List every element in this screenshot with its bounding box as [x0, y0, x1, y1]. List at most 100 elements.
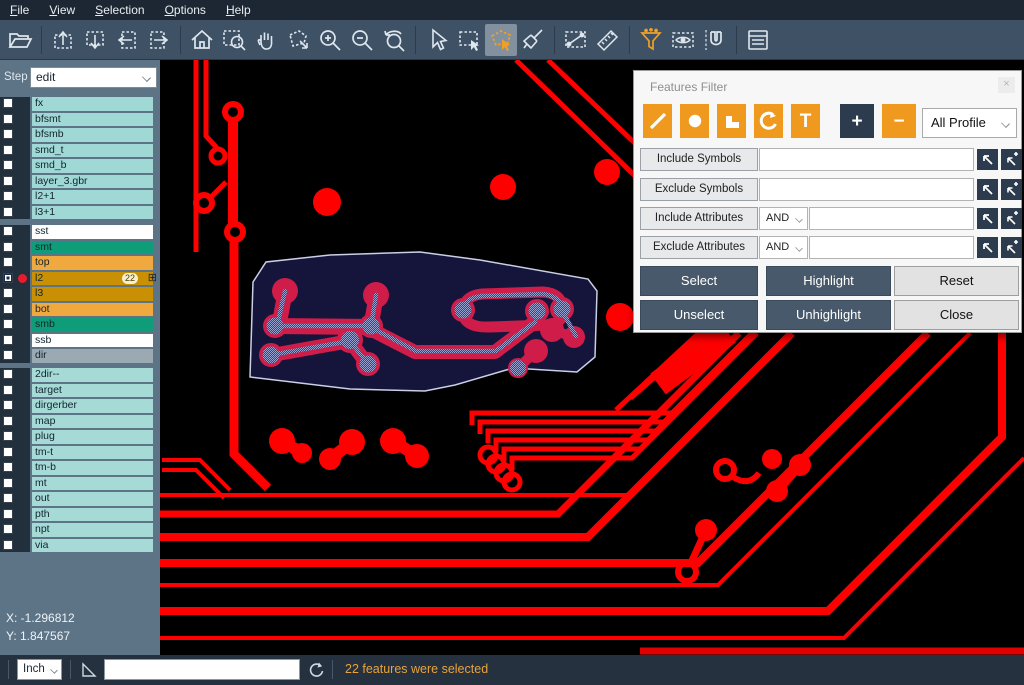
layer-checkbox[interactable] [3, 350, 13, 360]
layer-checkbox[interactable] [3, 114, 13, 124]
menu-file[interactable]: File [0, 0, 39, 20]
layer-checkbox[interactable] [3, 207, 13, 217]
unselect-button[interactable]: Unselect [640, 300, 758, 330]
layer-checkbox[interactable] [3, 288, 13, 298]
layer-name[interactable]: npt [32, 523, 153, 537]
select-button[interactable]: Select [640, 266, 758, 296]
and-or-dropdown[interactable]: AND [759, 236, 808, 259]
view-options-eye-icon[interactable] [667, 24, 699, 56]
layer-checkbox[interactable] [3, 385, 13, 395]
exclude-attributes-input[interactable] [809, 236, 974, 259]
menu-selection[interactable]: Selection [85, 0, 154, 20]
zoom-polygon-icon[interactable] [282, 24, 314, 56]
layer-name[interactable]: tm-b [32, 461, 153, 475]
pick-attribute-icon[interactable] [977, 237, 998, 258]
unhighlight-button[interactable]: Unhighlight [766, 300, 891, 330]
layer-checkbox[interactable] [3, 478, 13, 488]
layer-name[interactable]: pth [32, 508, 153, 522]
pick-symbol-add-icon[interactable] [1001, 149, 1022, 170]
layer-grid-icon[interactable]: ⊞ [148, 272, 157, 285]
include-symbols-button[interactable]: Include Symbols [640, 148, 758, 171]
step-dropdown[interactable]: edit [30, 67, 157, 88]
pan-hand-icon[interactable] [250, 24, 282, 56]
layer-checkbox[interactable] [3, 176, 13, 186]
and-or-dropdown[interactable]: AND [759, 207, 808, 230]
layer-name[interactable]: dirgerber [32, 399, 153, 413]
layer-checkbox[interactable] [3, 493, 13, 503]
select-rectangle-icon[interactable] [453, 24, 485, 56]
include-attributes-button[interactable]: Include Attributes [640, 207, 758, 230]
menu-options[interactable]: Options [155, 0, 216, 20]
zoom-out-icon[interactable] [346, 24, 378, 56]
layer-name[interactable]: bot [32, 303, 153, 317]
layers-table-icon[interactable] [742, 24, 774, 56]
layer-name[interactable]: mt [32, 477, 153, 491]
layer-name[interactable]: layer_3.gbr [32, 175, 153, 189]
add-filter-button[interactable]: + [840, 104, 874, 138]
layer-name[interactable]: smd_t [32, 144, 153, 158]
layer-checkbox[interactable] [3, 540, 13, 550]
menu-view[interactable]: View [39, 0, 85, 20]
layer-name[interactable]: smb [32, 318, 153, 332]
command-input[interactable] [104, 659, 300, 680]
pick-symbol-add-icon[interactable] [1001, 179, 1022, 200]
layer-checkbox[interactable] [3, 98, 13, 108]
pick-symbol-icon[interactable] [977, 179, 998, 200]
layer-name[interactable]: bfsmt [32, 113, 153, 127]
pick-attribute-icon[interactable] [977, 208, 998, 229]
layer-name[interactable]: plug [32, 430, 153, 444]
layer-name[interactable]: target [32, 384, 153, 398]
exclude-symbols-input[interactable] [759, 178, 974, 201]
layer-checkbox[interactable] [3, 226, 13, 236]
layer-checkbox[interactable] [3, 160, 13, 170]
open-file-icon[interactable] [4, 24, 36, 56]
shift-up-icon[interactable] [47, 24, 79, 56]
line-feature-button[interactable] [643, 104, 672, 138]
surface-feature-button[interactable] [717, 104, 746, 138]
remove-filter-button[interactable]: − [882, 104, 916, 138]
refresh-icon[interactable] [307, 661, 325, 679]
units-dropdown[interactable]: Inch [17, 659, 62, 680]
arc-feature-button[interactable] [754, 104, 783, 138]
layer-name[interactable]: l3 [32, 287, 153, 301]
text-feature-button[interactable]: T [791, 104, 820, 138]
pick-attribute-add-icon[interactable] [1001, 208, 1022, 229]
layer-checkbox[interactable] [3, 524, 13, 534]
layer-name[interactable]: bfsmb [32, 128, 153, 142]
reset-button[interactable]: Reset [894, 266, 1019, 296]
layer-checkbox[interactable] [3, 509, 13, 519]
highlight-button[interactable]: Highlight [766, 266, 891, 296]
close-button[interactable]: Close [894, 300, 1019, 330]
layer-name[interactable]: top [32, 256, 153, 270]
layer-name[interactable]: 2dir-- [32, 368, 153, 382]
layer-name[interactable]: ssb [32, 334, 153, 348]
layer-checkbox[interactable] [3, 145, 13, 155]
layer-name[interactable]: smd_b [32, 159, 153, 173]
layer-name[interactable]: fx [32, 97, 153, 111]
snap-magnet-icon[interactable] [699, 24, 731, 56]
layer-checkbox[interactable] [3, 431, 13, 441]
layer-name[interactable]: tm-t [32, 446, 153, 460]
pick-attribute-add-icon[interactable] [1001, 237, 1022, 258]
select-pointer-icon[interactable] [421, 24, 453, 56]
select-polygon-icon[interactable] [485, 24, 517, 56]
layer-checkbox[interactable] [3, 400, 13, 410]
layer-checkbox[interactable] [3, 129, 13, 139]
layer-checkbox[interactable] [3, 416, 13, 426]
zoom-window-icon[interactable] [218, 24, 250, 56]
shift-down-icon[interactable] [79, 24, 111, 56]
layer-name[interactable]: via [32, 539, 153, 553]
close-icon[interactable]: × [998, 77, 1015, 93]
exclude-symbols-button[interactable]: Exclude Symbols [640, 178, 758, 201]
menu-help[interactable]: Help [216, 0, 261, 20]
layer-checkbox[interactable] [3, 273, 13, 283]
pad-feature-button[interactable] [680, 104, 709, 138]
include-attributes-input[interactable] [809, 207, 974, 230]
measure-ruler-icon[interactable] [592, 24, 624, 56]
measure-distance-icon[interactable] [560, 24, 592, 56]
features-filter-icon[interactable] [635, 24, 667, 56]
shift-right-icon[interactable] [143, 24, 175, 56]
layer-name[interactable]: smt [32, 241, 153, 255]
layer-checkbox[interactable] [3, 335, 13, 345]
exclude-attributes-button[interactable]: Exclude Attributes [640, 236, 758, 259]
